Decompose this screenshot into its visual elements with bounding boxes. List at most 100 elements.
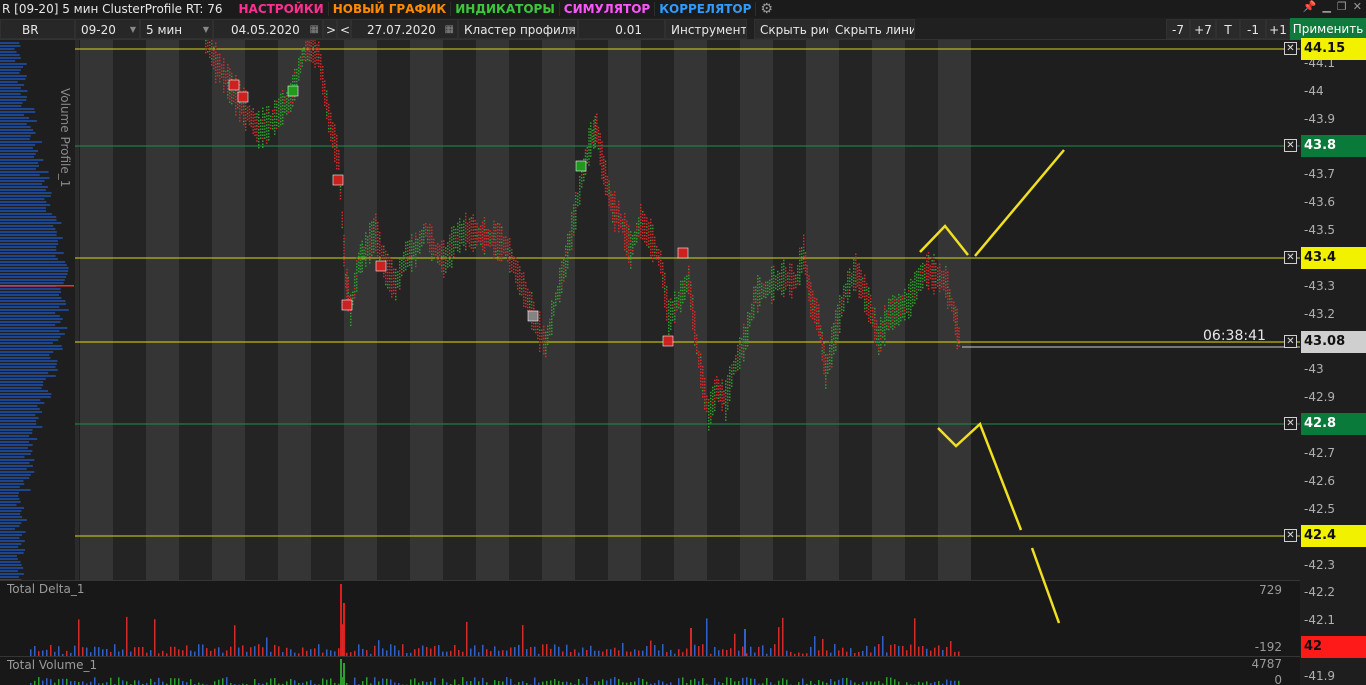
cluster-dot (708, 405, 710, 407)
minus7-button[interactable]: -7 (1166, 19, 1190, 39)
total-delta-pane[interactable]: Total Delta_1 729 -192 (0, 580, 1300, 656)
cluster-dot (628, 234, 630, 236)
level-price-label[interactable]: 42.4 (1301, 525, 1366, 547)
level-price-label[interactable]: 43.4 (1301, 247, 1366, 269)
minus1-button[interactable]: -1 (1240, 19, 1266, 39)
volume-profile-bar (0, 399, 41, 401)
cluster-dot (336, 155, 338, 158)
cluster-dot (597, 147, 600, 150)
cluster-dot (577, 192, 579, 195)
delta-bar (402, 644, 404, 656)
gears-icon[interactable]: ⚙ (760, 1, 773, 17)
level-price-label[interactable]: 42.8 (1301, 413, 1366, 435)
cluster-dot (476, 223, 478, 225)
cluster-dot (700, 368, 702, 371)
cluster-dot (634, 231, 636, 234)
cluster-dot (714, 400, 716, 403)
menu-new-chart[interactable]: НОВЫЙ ГРАФИК (329, 2, 452, 16)
remove-level-icon[interactable]: ✕ (1284, 335, 1297, 348)
cluster-dot (759, 304, 761, 307)
cluster-dot (785, 273, 787, 275)
cluster-dot (207, 48, 209, 50)
nav-next-button[interactable]: > (323, 19, 337, 39)
volume-profile-bar (0, 441, 29, 443)
nav-prev-button[interactable]: < (337, 19, 351, 39)
menu-simulator[interactable]: СИМУЛЯТОР (560, 2, 656, 16)
cluster-dot (644, 219, 646, 222)
cluster-dot (937, 279, 939, 281)
level-price-label[interactable]: 43.8 (1301, 135, 1366, 157)
volume-bar (658, 680, 660, 685)
apply-button[interactable]: Применить (1290, 18, 1366, 40)
menu-settings[interactable]: НАСТРОЙКИ (234, 2, 329, 16)
cluster-dot (427, 232, 429, 235)
close-icon[interactable]: ✕ (1353, 0, 1362, 13)
cluster-dot (847, 286, 849, 288)
cluster-dot (787, 278, 789, 280)
remove-level-icon[interactable]: ✕ (1284, 529, 1297, 542)
cluster-dot (937, 267, 939, 269)
cluster-dot (303, 56, 305, 58)
minimize-icon[interactable]: ▁ (1322, 0, 1330, 13)
t-button[interactable]: T (1216, 19, 1240, 39)
cluster-dot (262, 146, 264, 148)
remove-level-icon[interactable]: ✕ (1284, 251, 1297, 264)
volume-bar (878, 680, 880, 685)
cluster-dot (252, 114, 254, 116)
step-field[interactable]: 0.01 (578, 19, 665, 39)
remove-level-icon[interactable]: ✕ (1284, 139, 1297, 152)
plus1-button[interactable]: +1 (1266, 19, 1290, 39)
cluster-dot (248, 111, 251, 114)
cluster-dot (586, 156, 588, 158)
cluster-dot (958, 342, 960, 344)
calendar-icon[interactable]: ▦ (310, 20, 319, 38)
cluster-dot (539, 344, 541, 346)
cluster-dot (771, 302, 773, 305)
date-from-field[interactable]: 04.05.2020 ▦ (213, 19, 323, 39)
cluster-dot (231, 75, 233, 78)
symbol-select[interactable]: BR (0, 19, 75, 39)
menu-indicators[interactable]: ИНДИКАТОРЫ (451, 2, 560, 16)
cluster-dot (801, 265, 803, 267)
total-volume-pane[interactable]: Total Volume_1 4787 0 (0, 656, 1300, 685)
cluster-dot (391, 287, 393, 289)
plus7-button[interactable]: +7 (1190, 19, 1216, 39)
cluster-dot (858, 284, 860, 286)
timeframe-select[interactable]: 5 мин ▼ (140, 19, 213, 39)
restore-icon[interactable]: ❐ (1337, 0, 1347, 13)
cluster-dot (324, 95, 326, 97)
cluster-dot (939, 269, 941, 272)
cluster-dot (463, 220, 465, 222)
hide-drawings-button[interactable]: Скрыть рис. (754, 19, 829, 39)
profile-mode-select[interactable]: Кластер профиля ▼ (458, 19, 578, 39)
price-chart[interactable]: Volume Profile_1 06:38:41 (0, 40, 1300, 580)
remove-level-icon[interactable]: ✕ (1284, 42, 1297, 55)
cluster-dot (892, 304, 894, 306)
cluster-dot (401, 259, 403, 262)
menu-correlator[interactable]: КОРРЕЛЯТОР (655, 2, 757, 16)
calendar-icon[interactable]: ▦ (445, 20, 454, 38)
cluster-dot (789, 287, 791, 290)
hide-lines-button[interactable]: Скрыть линии (829, 19, 915, 39)
cluster-dot (525, 296, 527, 299)
level-price-label[interactable]: 43.08 (1301, 331, 1366, 353)
cluster-dot (507, 242, 509, 244)
contract-select[interactable]: 09-20 ▼ (75, 19, 140, 39)
cluster-dot (630, 258, 632, 260)
cluster-dot (341, 217, 343, 220)
cluster-dot (243, 105, 245, 108)
cluster-dot (781, 284, 783, 286)
level-price-label[interactable]: 42 (1301, 636, 1366, 658)
cluster-dot (225, 79, 227, 82)
cluster-dot (858, 266, 860, 268)
cluster-dot (361, 270, 363, 273)
cluster-dot (565, 257, 567, 260)
cluster-chart-canvas[interactable] (0, 40, 1300, 580)
pin-icon[interactable]: 📌 (1303, 0, 1317, 13)
tools-button[interactable]: Инструменты (665, 19, 747, 39)
date-to-field[interactable]: 27.07.2020 ▦ (351, 19, 458, 39)
cluster-dot (245, 126, 247, 128)
cluster-dot (565, 245, 567, 248)
remove-level-icon[interactable]: ✕ (1284, 417, 1297, 430)
level-price-label[interactable]: 44.15 (1301, 38, 1366, 60)
